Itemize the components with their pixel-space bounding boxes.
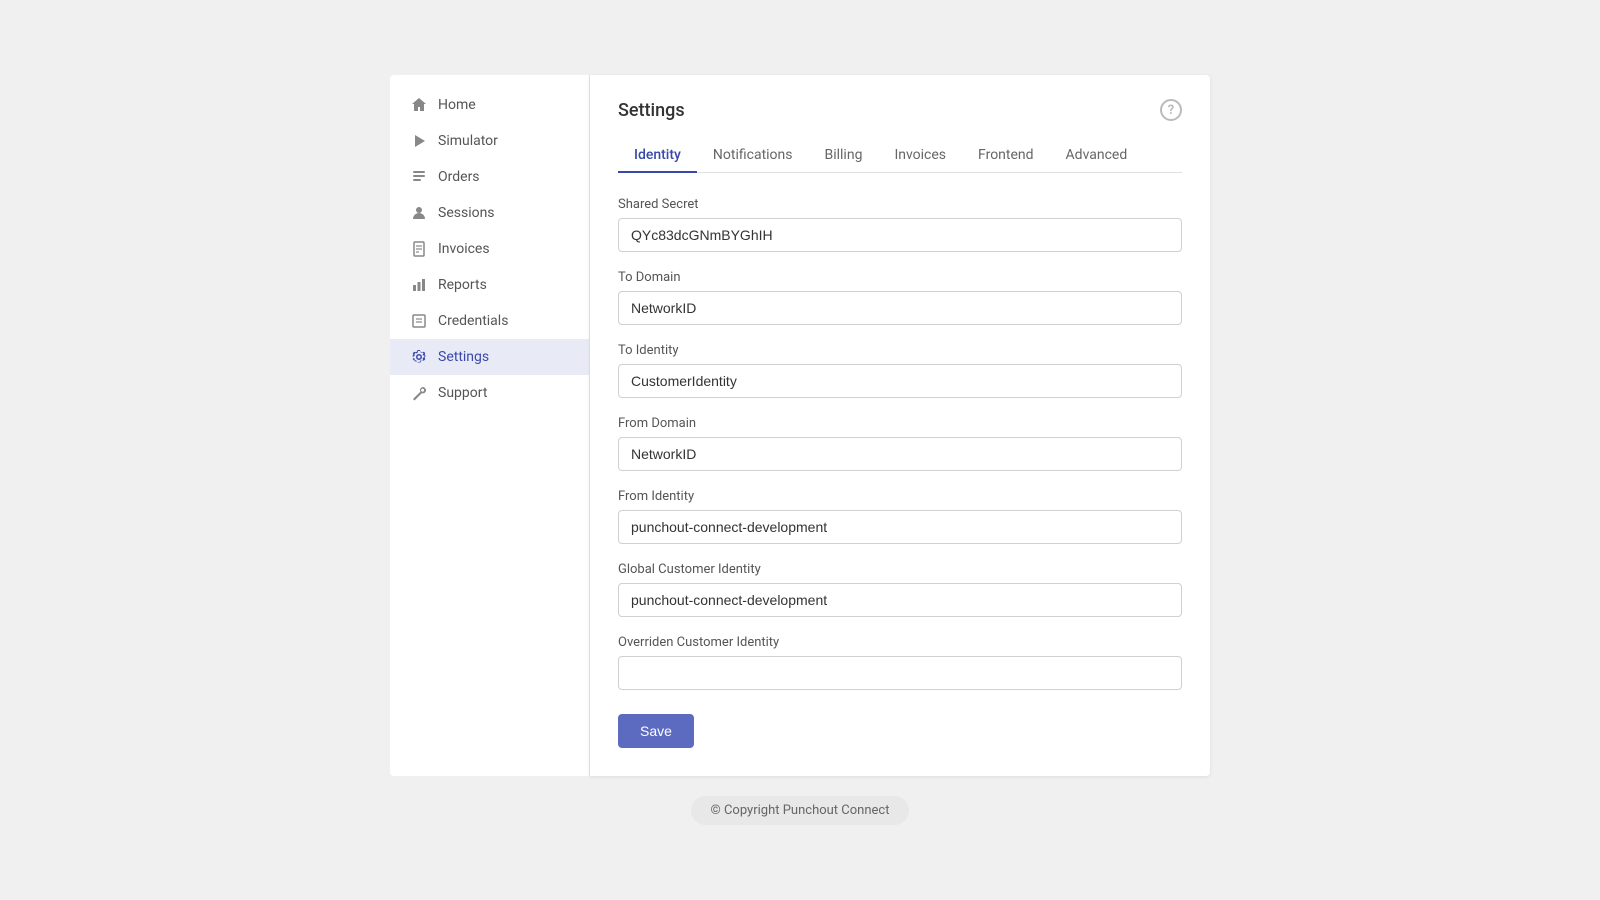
to-domain-input[interactable] — [618, 291, 1182, 325]
save-button[interactable]: Save — [618, 714, 694, 748]
sidebar-item-sessions[interactable]: Sessions — [390, 195, 589, 231]
sidebar-item-credentials[interactable]: Credentials — [390, 303, 589, 339]
play-icon — [410, 132, 428, 150]
sidebar-item-invoices[interactable]: Invoices — [390, 231, 589, 267]
home-icon — [410, 96, 428, 114]
tab-billing[interactable]: Billing — [809, 139, 879, 173]
page-title: Settings — [618, 100, 685, 121]
sidebar-item-reports[interactable]: Reports — [390, 267, 589, 303]
to-identity-group: To Identity — [618, 343, 1182, 398]
tab-advanced[interactable]: Advanced — [1050, 139, 1144, 173]
overriden-customer-identity-group: Overriden Customer Identity — [618, 635, 1182, 690]
sidebar: Home Simulator — [390, 75, 590, 776]
sidebar-label-orders: Orders — [438, 169, 480, 185]
sidebar-item-home[interactable]: Home — [390, 87, 589, 123]
shared-secret-label: Shared Secret — [618, 197, 1182, 212]
copyright-text: © Copyright Punchout Connect — [691, 796, 910, 825]
from-identity-label: From Identity — [618, 489, 1182, 504]
sidebar-label-sessions: Sessions — [438, 205, 495, 221]
reports-icon — [410, 276, 428, 294]
credentials-icon — [410, 312, 428, 330]
from-domain-input[interactable] — [618, 437, 1182, 471]
panel-header: Settings ? — [618, 99, 1182, 121]
main-panel: Settings ? Identity Notifications Billin… — [590, 75, 1210, 776]
overriden-customer-identity-input[interactable] — [618, 656, 1182, 690]
sidebar-label-invoices: Invoices — [438, 241, 490, 257]
sidebar-label-simulator: Simulator — [438, 133, 498, 149]
orders-icon — [410, 168, 428, 186]
main-container: Home Simulator — [390, 75, 1210, 825]
to-domain-group: To Domain — [618, 270, 1182, 325]
sidebar-item-simulator[interactable]: Simulator — [390, 123, 589, 159]
from-domain-group: From Domain — [618, 416, 1182, 471]
tab-notifications[interactable]: Notifications — [697, 139, 809, 173]
tab-frontend[interactable]: Frontend — [962, 139, 1050, 173]
sidebar-item-orders[interactable]: Orders — [390, 159, 589, 195]
sidebar-label-home: Home — [438, 97, 476, 113]
gear-icon — [410, 348, 428, 366]
sidebar-item-settings[interactable]: Settings — [390, 339, 589, 375]
page-wrapper: Home Simulator — [0, 0, 1600, 900]
tab-identity[interactable]: Identity — [618, 139, 697, 173]
settings-form: Shared Secret To Domain To Identity From… — [618, 197, 1182, 748]
wrench-icon — [410, 384, 428, 402]
global-customer-identity-label: Global Customer Identity — [618, 562, 1182, 577]
overriden-customer-identity-label: Overriden Customer Identity — [618, 635, 1182, 650]
shared-secret-input[interactable] — [618, 218, 1182, 252]
sidebar-label-settings: Settings — [438, 349, 489, 365]
content-area: Home Simulator — [390, 75, 1210, 776]
sidebar-label-reports: Reports — [438, 277, 487, 293]
help-icon[interactable]: ? — [1160, 99, 1182, 121]
invoice-icon — [410, 240, 428, 258]
to-identity-label: To Identity — [618, 343, 1182, 358]
from-domain-label: From Domain — [618, 416, 1182, 431]
from-identity-input[interactable] — [618, 510, 1182, 544]
global-customer-identity-group: Global Customer Identity — [618, 562, 1182, 617]
sidebar-item-support[interactable]: Support — [390, 375, 589, 411]
user-icon — [410, 204, 428, 222]
sidebar-label-credentials: Credentials — [438, 313, 508, 329]
from-identity-group: From Identity — [618, 489, 1182, 544]
sidebar-label-support: Support — [438, 385, 487, 401]
to-domain-label: To Domain — [618, 270, 1182, 285]
tabs-bar: Identity Notifications Billing Invoices … — [618, 139, 1182, 173]
shared-secret-group: Shared Secret — [618, 197, 1182, 252]
to-identity-input[interactable] — [618, 364, 1182, 398]
tab-invoices[interactable]: Invoices — [878, 139, 962, 173]
footer: © Copyright Punchout Connect — [691, 796, 910, 825]
global-customer-identity-input[interactable] — [618, 583, 1182, 617]
